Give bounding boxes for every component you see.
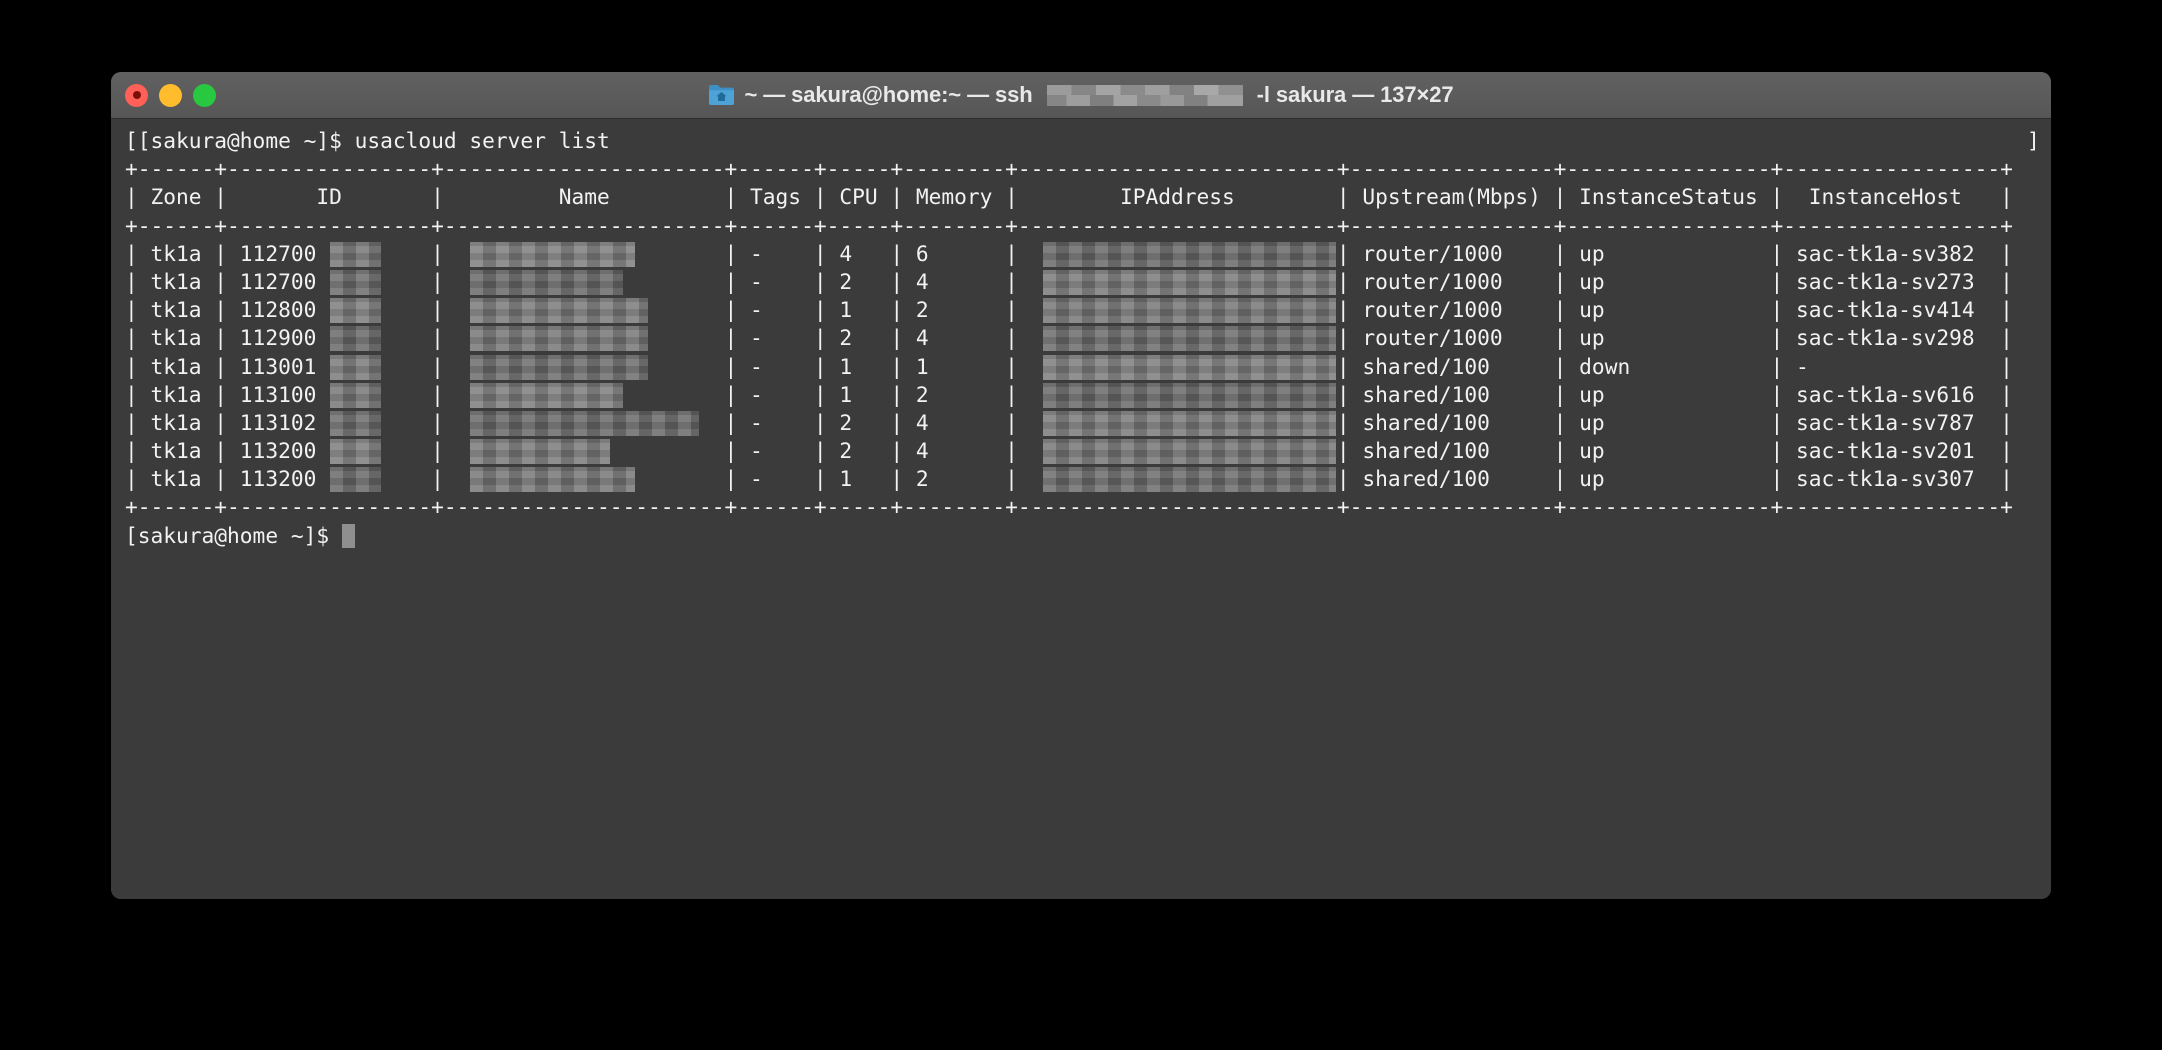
redacted-block xyxy=(1042,410,1336,436)
table-row: | tk1a | 112700 | | - | 4 | 6 | | router… xyxy=(125,240,2013,267)
redacted-block xyxy=(1042,298,1336,324)
table-row: | tk1a | 113100 | | - | 1 | 2 | | shared… xyxy=(125,381,2013,408)
redacted-block xyxy=(1042,467,1336,493)
table-row: | tk1a | 113200 | | - | 2 | 4 | | shared… xyxy=(125,438,2013,465)
right-edge-artifact: ] xyxy=(2027,128,2040,153)
table-header: | Zone | ID | Name | Tags | CPU | Memory… xyxy=(125,184,2013,210)
minimize-button[interactable] xyxy=(159,83,182,107)
redacted-block xyxy=(1042,326,1336,352)
redacted-block xyxy=(469,354,649,380)
redacted-block xyxy=(329,298,381,324)
redacted-block xyxy=(1042,439,1336,465)
table-row: | tk1a | 112900 | | - | 2 | 4 | | router… xyxy=(125,325,2013,352)
redacted-block xyxy=(329,326,381,352)
terminal-screen[interactable]: [[sakura@home ~]$ usacloud server list ]… xyxy=(111,127,2051,550)
table-row: | tk1a | 112800 | | - | 1 | 2 | | router… xyxy=(125,297,2013,324)
table-rule-top: +------+----------------+---------------… xyxy=(125,156,2013,182)
window-title-prefix: ~ — sakura@home:~ — ssh xyxy=(744,82,1033,107)
redacted-hostname xyxy=(1046,84,1243,106)
redacted-block xyxy=(1042,382,1336,408)
table-rule-mid: +------+----------------+---------------… xyxy=(125,212,2013,238)
redacted-block xyxy=(469,269,623,295)
table-rule-bottom: +------+----------------+---------------… xyxy=(125,494,2013,520)
redacted-block xyxy=(329,439,381,465)
terminal-window[interactable]: ~ — sakura@home:~ — ssh -l sakura — 137×… xyxy=(111,72,2051,899)
table-row: | tk1a | 112700 | | - | 2 | 4 | | router… xyxy=(125,268,2013,295)
redacted-block xyxy=(469,326,649,352)
window-title-bar[interactable]: ~ — sakura@home:~ — ssh -l sakura — 137×… xyxy=(111,72,2051,119)
redacted-block xyxy=(1042,354,1336,380)
terminal-body[interactable]: [[sakura@home ~]$ usacloud server list ]… xyxy=(111,119,2051,899)
table-row: | tk1a | 113102 | | - | 2 | 4 | | shared… xyxy=(125,409,2013,436)
traffic-light-buttons[interactable] xyxy=(125,72,216,118)
redacted-block xyxy=(469,298,649,324)
redacted-block xyxy=(1042,241,1336,267)
redacted-block xyxy=(329,382,381,408)
redacted-block xyxy=(329,354,381,380)
table-row: | tk1a | 113200 | | - | 1 | 2 | | shared… xyxy=(125,466,2013,493)
close-button[interactable] xyxy=(125,83,148,107)
redacted-block xyxy=(329,241,381,267)
home-folder-icon xyxy=(708,83,735,107)
redacted-block xyxy=(329,467,381,493)
final-prompt: [sakura@home ~]$ xyxy=(125,522,2037,550)
table-row: | tk1a | 113001 | | - | 1 | 1 | | shared… xyxy=(125,353,2013,380)
command-line: [[sakura@home ~]$ usacloud server list ] xyxy=(125,127,2040,155)
window-title-suffix: -l sakura — 137×27 xyxy=(1256,82,1454,107)
window-title: ~ — sakura@home:~ — ssh -l sakura — 137×… xyxy=(708,82,1454,108)
redacted-block xyxy=(329,410,381,436)
redacted-block xyxy=(469,439,610,465)
redacted-block xyxy=(469,467,636,493)
block-cursor xyxy=(341,523,355,548)
redacted-block xyxy=(469,382,623,408)
maximize-button[interactable] xyxy=(193,83,216,107)
redacted-block xyxy=(1042,269,1336,295)
redacted-block xyxy=(469,410,700,436)
redacted-block xyxy=(469,241,636,267)
redacted-block xyxy=(329,269,381,295)
